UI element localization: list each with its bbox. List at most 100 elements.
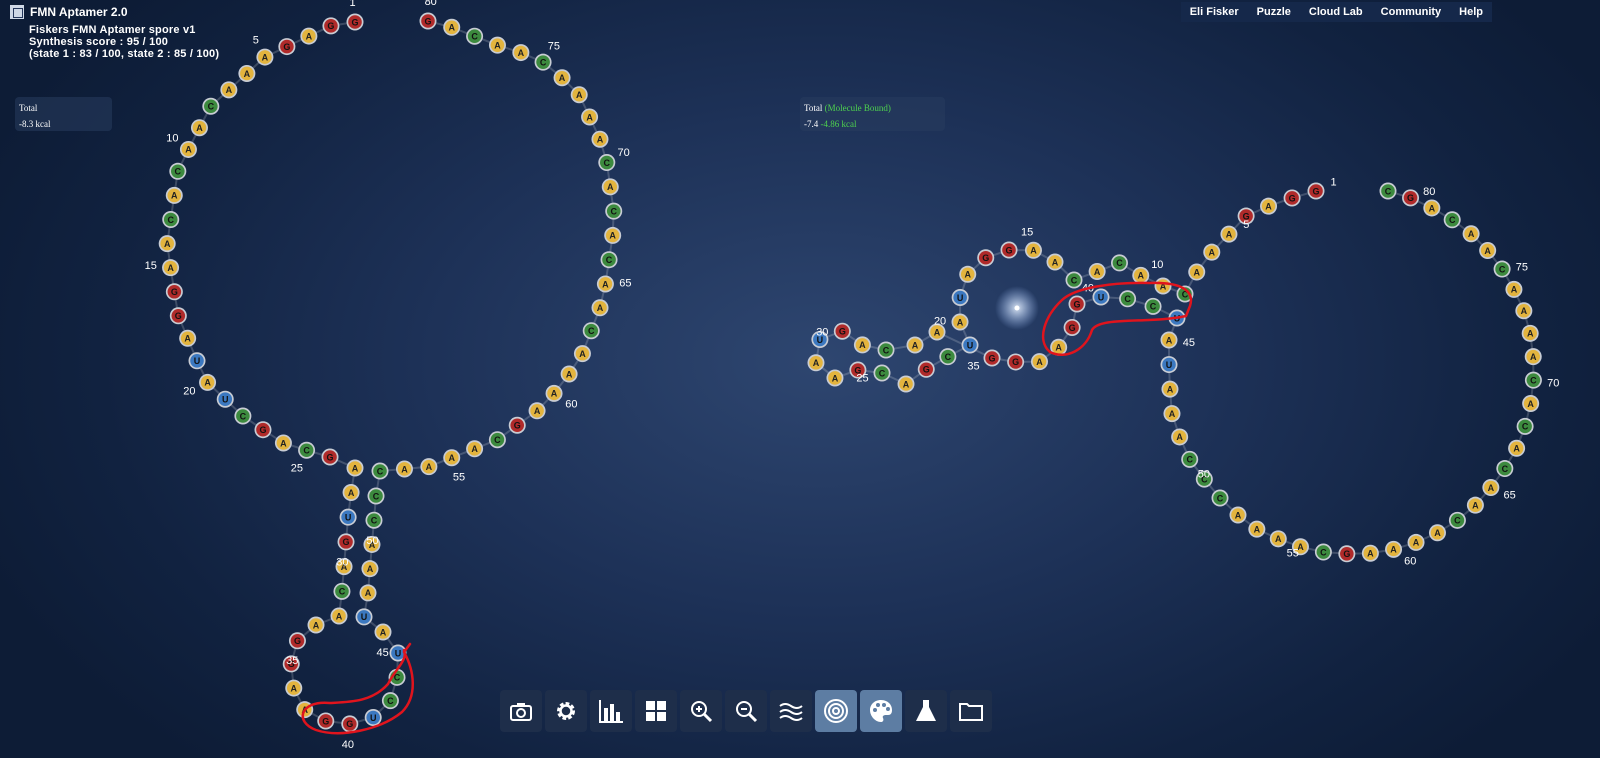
nucleotide-G[interactable]: G [1338,545,1356,563]
nucleotide-U[interactable]: U [961,336,979,354]
nucleotide-A[interactable]: A [1385,540,1403,558]
nucleotide-G[interactable]: G [1307,182,1325,200]
nucleotide-U[interactable]: U [216,390,234,408]
nucleotide-A[interactable]: A [1269,530,1287,548]
nucleotide-C[interactable]: C [1496,460,1514,478]
nucleotide-A[interactable]: A [906,336,924,354]
nucleotide-U[interactable]: U [1160,356,1178,374]
nucleotide-G[interactable]: G [341,715,359,733]
nucleotide-A[interactable]: A [1188,263,1206,281]
zoom-out-button[interactable] [725,690,767,732]
nucleotide-A[interactable]: A [528,402,546,420]
nucleotide-C[interactable]: C [873,364,891,382]
nucleotide-U[interactable]: U [951,288,969,306]
nucleotide-C[interactable]: C [1443,211,1461,229]
nucleotide-A[interactable]: A [1203,243,1221,261]
nav-user[interactable]: Eli Fisker [1181,2,1248,22]
palette-button[interactable] [860,690,902,732]
nucleotide-A[interactable]: A [361,560,379,578]
nucleotide-G[interactable]: G [322,17,340,35]
nucleotide-A[interactable]: A [1423,199,1441,217]
nucleotide-A[interactable]: A [1088,262,1106,280]
nucleotide-C[interactable]: C [169,162,187,180]
nucleotide-A[interactable]: A [1521,324,1539,342]
nucleotide-A[interactable]: A [1248,520,1266,538]
nucleotide-A[interactable]: A [220,81,238,99]
nucleotide-C[interactable]: C [605,202,623,220]
nucleotide-A[interactable]: A [443,449,461,467]
nucleotide-G[interactable]: G [419,12,437,30]
nucleotide-A[interactable]: A [300,27,318,45]
nucleotide-A[interactable]: A [1160,331,1178,349]
nucleotide-G[interactable]: G [1000,241,1018,259]
nucleotide-G[interactable]: G [917,360,935,378]
nucleotide-C[interactable]: C [877,341,895,359]
nucleotide-G[interactable]: G [1068,295,1086,313]
nucleotide-A[interactable]: A [1260,197,1278,215]
nucleotide-G[interactable]: G [165,283,183,301]
nav-puzzle[interactable]: Puzzle [1248,2,1300,22]
nucleotide-G[interactable]: G [321,448,339,466]
nucleotide-U[interactable]: U [364,709,382,727]
nucleotide-A[interactable]: A [1505,280,1523,298]
nucleotide-G[interactable]: G [508,416,526,434]
nucleotide-C[interactable]: C [202,97,220,115]
nucleotide-A[interactable]: A [959,265,977,283]
nucleotide-A[interactable]: A [158,235,176,253]
nucleotide-A[interactable]: A [553,69,571,87]
nucleotide-A[interactable]: A [1163,405,1181,423]
zoom-in-button[interactable] [680,690,722,732]
layout-button[interactable] [635,690,677,732]
nav-cloud-lab[interactable]: Cloud Lab [1300,2,1372,22]
nucleotide-A[interactable]: A [1508,439,1526,457]
nucleotide-A[interactable]: A [395,460,413,478]
nucleotide-G[interactable]: G [346,13,364,31]
nucleotide-A[interactable]: A [1407,533,1425,551]
nucleotide-A[interactable]: A [807,354,825,372]
nucleotide-A[interactable]: A [591,299,609,317]
nucleotide-A[interactable]: A [307,616,325,634]
nucleotide-A[interactable]: A [342,484,360,502]
nucleotide-A[interactable]: A [853,336,871,354]
nucleotide-A[interactable]: A [420,458,438,476]
nucleotide-G[interactable]: G [833,322,851,340]
nucleotide-G[interactable]: G [317,712,335,730]
nucleotide-A[interactable]: A [190,119,208,137]
nucleotide-G[interactable]: G [169,307,187,325]
nucleotide-A[interactable]: A [466,440,484,458]
nucleotide-C[interactable]: C [371,462,389,480]
nucleotide-A[interactable]: A [1220,225,1238,243]
nucleotide-C[interactable]: C [367,487,385,505]
nucleotide-C[interactable]: C [1524,371,1542,389]
nucleotide-A[interactable]: A [560,365,578,383]
nucleotide-C[interactable]: C [1065,271,1083,289]
nucleotide-A[interactable]: A [274,434,292,452]
nucleotide-A[interactable]: A [596,275,614,293]
nucleotide-A[interactable]: A [374,623,392,641]
nucleotide-C[interactable]: C [1493,260,1511,278]
nucleotide-A[interactable]: A [1482,479,1500,497]
nucleotide-C[interactable]: C [466,27,484,45]
nucleotide-A[interactable]: A [1132,266,1150,284]
nucleotide-A[interactable]: A [1522,395,1540,413]
nucleotide-A[interactable]: A [256,48,274,66]
nucleotide-C[interactable]: C [1314,543,1332,561]
nucleotide-C[interactable]: C [1379,182,1397,200]
nucleotide-A[interactable]: A [285,679,303,697]
nucleotide-C[interactable]: C [1110,254,1128,272]
nucleotide-A[interactable]: A [199,373,217,391]
nucleotide-C[interactable]: C [582,322,600,340]
nucleotide-C[interactable]: C [939,348,957,366]
folder-button[interactable] [950,690,992,732]
nucleotide-G[interactable]: G [977,249,995,267]
nucleotide-A[interactable]: A [238,64,256,82]
nucleotide-C[interactable]: C [1144,297,1162,315]
nucleotide-A[interactable]: A [1171,428,1189,446]
nucleotide-A[interactable]: A [346,459,364,477]
nucleotide-G[interactable]: G [1007,353,1025,371]
nucleotide-G[interactable]: G [1063,318,1081,336]
nucleotide-C[interactable]: C [1211,489,1229,507]
nucleotide-G[interactable]: G [1402,189,1420,207]
nucleotide-A[interactable]: A [604,226,622,244]
nucleotide-A[interactable]: A [951,313,969,331]
